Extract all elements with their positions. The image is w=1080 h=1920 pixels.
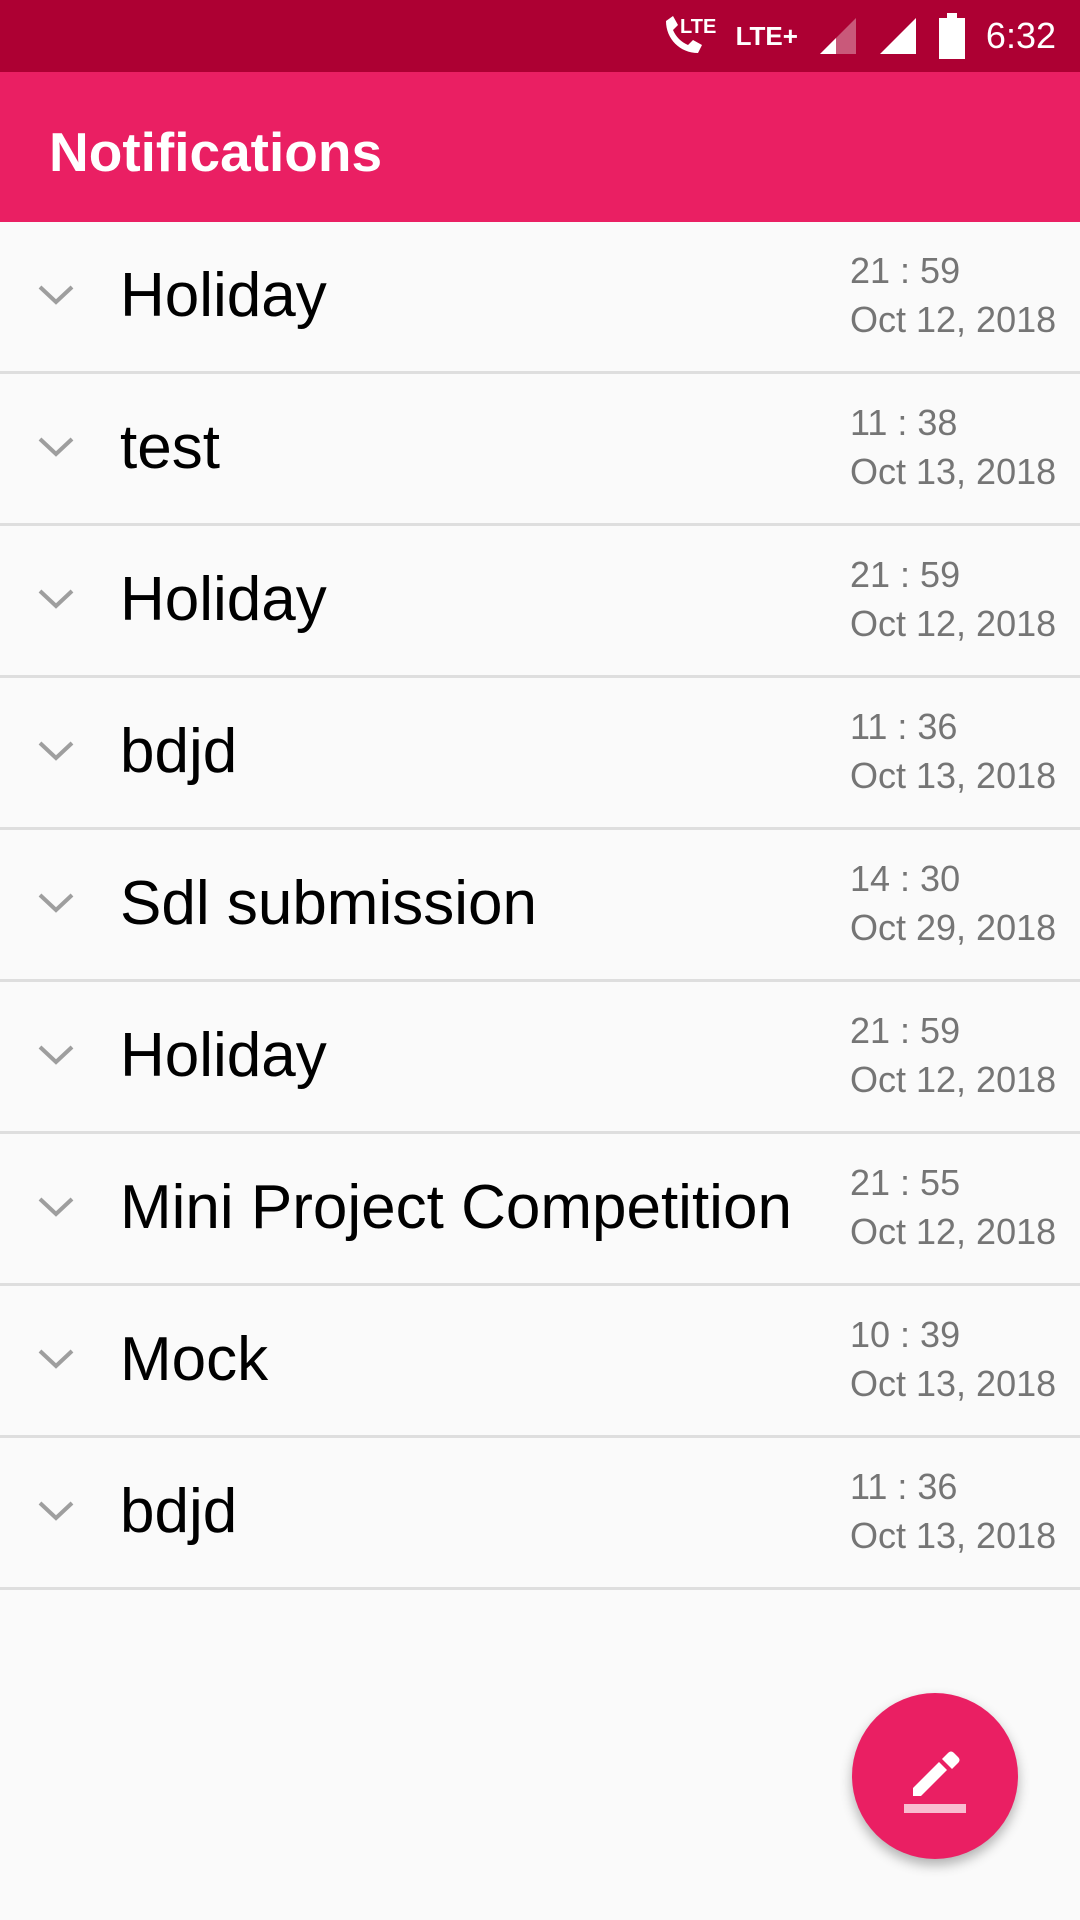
list-item[interactable]: Holiday 21 : 59 Oct 12, 2018 <box>0 526 1080 678</box>
chevron-down-icon[interactable] <box>36 434 76 460</box>
chevron-down-icon[interactable] <box>36 1498 76 1524</box>
edit-pencil-icon <box>904 1751 966 1813</box>
notification-time: 11 : 36 <box>850 1466 958 1507</box>
notification-date: Oct 12, 2018 <box>850 299 1057 340</box>
notification-time: 10 : 39 <box>850 1314 961 1355</box>
notification-title: bdjd <box>120 717 238 786</box>
notification-date: Oct 13, 2018 <box>850 1515 1057 1556</box>
app-bar: Notifications <box>0 72 1080 222</box>
signal-weak-icon <box>819 18 856 54</box>
notification-date: Oct 13, 2018 <box>850 1363 1057 1404</box>
notification-date: Oct 13, 2018 <box>850 755 1057 796</box>
chevron-down-icon[interactable] <box>36 1346 76 1372</box>
list-item[interactable]: Mini Project Competition 21 : 55 Oct 12,… <box>0 1134 1080 1286</box>
notification-title: bdjd <box>120 1477 238 1546</box>
list-item[interactable]: bdjd 11 : 36 Oct 13, 2018 <box>0 678 1080 830</box>
status-time: 6:32 <box>985 15 1056 56</box>
list-item[interactable]: bdjd 11 : 36 Oct 13, 2018 <box>0 1438 1080 1590</box>
notification-time: 14 : 30 <box>850 858 961 899</box>
notification-time: 11 : 38 <box>850 402 958 443</box>
notification-title: Holiday <box>120 261 327 330</box>
list-item[interactable]: Mock 10 : 39 Oct 13, 2018 <box>0 1286 1080 1438</box>
notification-time: 21 : 55 <box>850 1162 961 1203</box>
notification-time: 21 : 59 <box>850 554 961 595</box>
chevron-down-icon[interactable] <box>36 282 76 308</box>
status-bar: LTE LTE+ 6:32 <box>0 0 1080 72</box>
page-title: Notifications <box>49 121 383 183</box>
notification-time: 21 : 59 <box>850 1010 961 1051</box>
svg-text:LTE: LTE <box>680 16 716 38</box>
notification-date: Oct 29, 2018 <box>850 907 1057 948</box>
chevron-down-icon[interactable] <box>36 738 76 764</box>
chevron-down-icon[interactable] <box>36 1042 76 1068</box>
volte-call-icon: LTE <box>665 16 716 53</box>
notification-time: 21 : 59 <box>850 250 961 291</box>
list-item[interactable]: test 11 : 38 Oct 13, 2018 <box>0 374 1080 526</box>
chevron-down-icon[interactable] <box>36 586 76 612</box>
list-item[interactable]: Sdl submission 14 : 30 Oct 29, 2018 <box>0 830 1080 982</box>
notification-date: Oct 12, 2018 <box>850 1211 1057 1252</box>
chevron-down-icon[interactable] <box>36 1194 76 1220</box>
notification-title: Holiday <box>120 1021 327 1090</box>
signal-full-icon <box>879 18 916 54</box>
notification-title: test <box>120 413 220 482</box>
notification-title: Sdl submission <box>120 869 537 938</box>
notification-title: Holiday <box>120 565 327 634</box>
battery-icon <box>938 13 965 59</box>
compose-fab-button[interactable] <box>852 1693 1018 1859</box>
notification-date: Oct 12, 2018 <box>850 603 1057 644</box>
notification-date: Oct 13, 2018 <box>850 451 1057 492</box>
notification-list: Holiday 21 : 59 Oct 12, 2018 test 11 : 3… <box>0 222 1080 1590</box>
status-icons: LTE LTE+ 6:32 <box>658 0 1056 72</box>
list-item[interactable]: Holiday 21 : 59 Oct 12, 2018 <box>0 982 1080 1134</box>
lte-plus-icon: LTE+ <box>735 20 798 51</box>
chevron-down-icon[interactable] <box>36 890 76 916</box>
notification-title: Mock <box>120 1325 269 1394</box>
notification-date: Oct 12, 2018 <box>850 1059 1057 1100</box>
list-item[interactable]: Holiday 21 : 59 Oct 12, 2018 <box>0 222 1080 374</box>
notification-title: Mini Project Competition <box>120 1173 792 1242</box>
notification-time: 11 : 36 <box>850 706 958 747</box>
